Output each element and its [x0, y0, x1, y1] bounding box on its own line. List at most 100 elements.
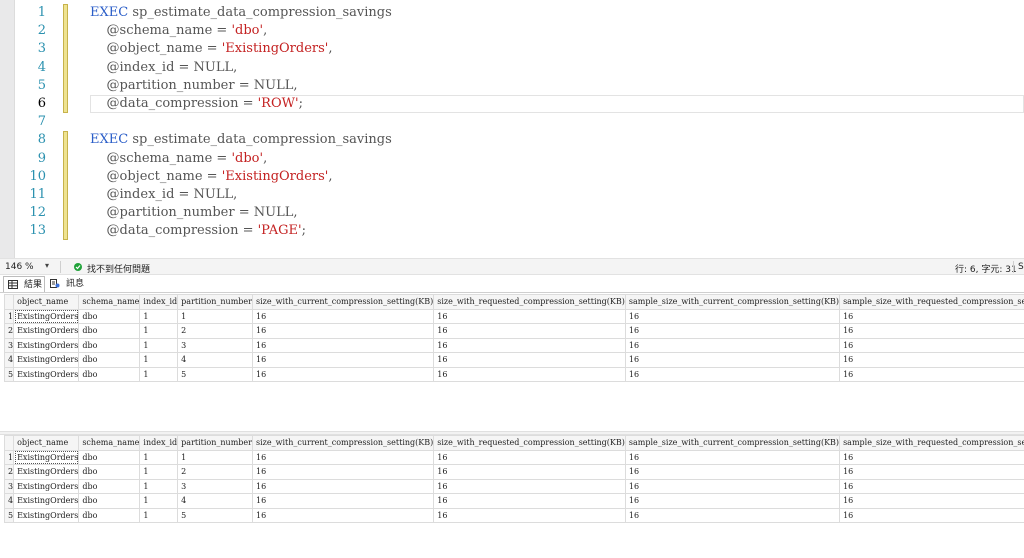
- column-header[interactable]: schema_name: [78, 435, 141, 451]
- column-header[interactable]: index_id: [139, 435, 179, 451]
- table-cell[interactable]: dbo: [78, 449, 141, 465]
- row-number[interactable]: 5: [3, 366, 15, 382]
- table-cell[interactable]: 16: [433, 323, 626, 339]
- table-cell[interactable]: ExistingOrders: [13, 308, 80, 324]
- table-cell[interactable]: dbo: [78, 337, 141, 353]
- table-cell[interactable]: 16: [251, 493, 435, 509]
- table-cell[interactable]: 4: [177, 493, 253, 509]
- row-number[interactable]: 2: [3, 464, 15, 480]
- table-cell[interactable]: dbo: [78, 464, 141, 480]
- table-cell[interactable]: 16: [624, 478, 841, 494]
- code-line[interactable]: @index_id = NULL,: [90, 186, 1024, 204]
- table-cell[interactable]: 1: [139, 478, 179, 494]
- table-cell[interactable]: 1: [139, 337, 179, 353]
- table-cell[interactable]: 16: [433, 308, 626, 324]
- code-line[interactable]: EXEC sp_estimate_data_compression_saving…: [90, 4, 1024, 22]
- grid-corner[interactable]: [3, 294, 15, 310]
- table-row[interactable]: 2 ExistingOrders dbo 1 2 16 16 16 16: [3, 323, 1024, 339]
- table-cell[interactable]: 1: [139, 308, 179, 324]
- column-header[interactable]: partition_number: [177, 435, 253, 451]
- table-cell[interactable]: ExistingOrders: [13, 493, 80, 509]
- table-cell[interactable]: ExistingOrders: [13, 449, 80, 465]
- table-cell[interactable]: 1: [139, 449, 179, 465]
- table-cell[interactable]: 16: [839, 449, 1024, 465]
- column-header[interactable]: index_id: [139, 294, 179, 310]
- table-cell[interactable]: 1: [177, 308, 253, 324]
- table-cell[interactable]: dbo: [78, 308, 141, 324]
- table-row[interactable]: 3 ExistingOrders dbo 1 3 16 16 16 16: [3, 478, 1024, 494]
- table-cell[interactable]: 16: [251, 308, 435, 324]
- table-cell[interactable]: 5: [177, 507, 253, 523]
- table-cell[interactable]: 16: [251, 449, 435, 465]
- table-row[interactable]: 5 ExistingOrders dbo 1 5 16 16 16 16: [3, 366, 1024, 382]
- row-number[interactable]: 4: [3, 493, 15, 509]
- code-line[interactable]: @object_name = 'ExistingOrders',: [90, 168, 1024, 186]
- table-cell[interactable]: 16: [624, 308, 841, 324]
- table-row[interactable]: 1 ExistingOrders dbo 1 1 16 16 16 16: [3, 449, 1024, 465]
- table-cell[interactable]: 2: [177, 464, 253, 480]
- table-cell[interactable]: 16: [251, 478, 435, 494]
- table-cell[interactable]: 16: [433, 478, 626, 494]
- table-cell[interactable]: 16: [839, 366, 1024, 382]
- column-header[interactable]: object_name: [13, 435, 80, 451]
- code-line[interactable]: @partition_number = NULL,: [90, 77, 1024, 95]
- table-cell[interactable]: 1: [177, 449, 253, 465]
- table-cell[interactable]: 16: [839, 337, 1024, 353]
- table-cell[interactable]: dbo: [78, 478, 141, 494]
- table-cell[interactable]: ExistingOrders: [13, 478, 80, 494]
- column-header[interactable]: sample_size_with_requested_compression_s…: [839, 294, 1024, 310]
- row-number[interactable]: 5: [3, 507, 15, 523]
- table-cell[interactable]: 16: [251, 507, 435, 523]
- table-cell[interactable]: 16: [839, 493, 1024, 509]
- table-cell[interactable]: 3: [177, 478, 253, 494]
- table-cell[interactable]: ExistingOrders: [13, 323, 80, 339]
- row-number[interactable]: 1: [3, 308, 15, 324]
- table-cell[interactable]: 1: [139, 352, 179, 368]
- table-cell[interactable]: dbo: [78, 352, 141, 368]
- code-line[interactable]: [90, 113, 1024, 131]
- table-cell[interactable]: dbo: [78, 507, 141, 523]
- table-row[interactable]: 4 ExistingOrders dbo 1 4 16 16 16 16: [3, 352, 1024, 368]
- row-number[interactable]: 3: [3, 478, 15, 494]
- table-cell[interactable]: 16: [839, 464, 1024, 480]
- column-header[interactable]: sample_size_with_requested_compression_s…: [839, 435, 1024, 451]
- table-cell[interactable]: 5: [177, 366, 253, 382]
- column-header[interactable]: size_with_current_compression_setting(KB…: [251, 435, 435, 451]
- code-line[interactable]: @data_compression = 'ROW';: [90, 94, 1024, 114]
- table-row[interactable]: 3 ExistingOrders dbo 1 3 16 16 16 16: [3, 337, 1024, 353]
- table-cell[interactable]: 1: [139, 507, 179, 523]
- table-cell[interactable]: 1: [139, 323, 179, 339]
- table-cell[interactable]: 16: [433, 464, 626, 480]
- table-row[interactable]: 1 ExistingOrders dbo 1 1 16 16 16 16: [3, 308, 1024, 324]
- column-header[interactable]: sample_size_with_current_compression_set…: [624, 435, 841, 451]
- table-cell[interactable]: 16: [839, 507, 1024, 523]
- table-cell[interactable]: 16: [839, 323, 1024, 339]
- code-line[interactable]: @schema_name = 'dbo',: [90, 150, 1024, 168]
- table-cell[interactable]: ExistingOrders: [13, 366, 80, 382]
- row-number[interactable]: 1: [3, 449, 15, 465]
- column-header[interactable]: size_with_requested_compression_setting(…: [433, 294, 626, 310]
- row-number[interactable]: 2: [3, 323, 15, 339]
- table-cell[interactable]: 16: [251, 464, 435, 480]
- table-cell[interactable]: 16: [433, 337, 626, 353]
- table-cell[interactable]: 16: [839, 478, 1024, 494]
- table-row[interactable]: 2 ExistingOrders dbo 1 2 16 16 16 16: [3, 464, 1024, 480]
- table-row[interactable]: 4 ExistingOrders dbo 1 4 16 16 16 16: [3, 493, 1024, 509]
- table-cell[interactable]: 16: [624, 464, 841, 480]
- code-line[interactable]: EXEC sp_estimate_data_compression_saving…: [90, 131, 1024, 149]
- code-area[interactable]: EXEC sp_estimate_data_compression_saving…: [90, 4, 1024, 240]
- table-cell[interactable]: dbo: [78, 323, 141, 339]
- grid-corner[interactable]: [3, 435, 15, 451]
- row-number[interactable]: 3: [3, 337, 15, 353]
- table-cell[interactable]: 3: [177, 337, 253, 353]
- result-grid-1[interactable]: object_name schema_name index_id partition_…: [3, 294, 1024, 382]
- zoom-level[interactable]: 146 %: [5, 262, 34, 272]
- column-header[interactable]: partition_number: [177, 294, 253, 310]
- table-cell[interactable]: 16: [251, 337, 435, 353]
- column-header[interactable]: size_with_requested_compression_setting(…: [433, 435, 626, 451]
- code-line[interactable]: @object_name = 'ExistingOrders',: [90, 40, 1024, 58]
- table-cell[interactable]: dbo: [78, 493, 141, 509]
- query-editor[interactable]: 1 2 3 4 5 6 7 8 9 10 11 12 13 EXEC sp_estimate_data_…: [0, 0, 1024, 258]
- table-cell[interactable]: 1: [139, 464, 179, 480]
- table-cell[interactable]: 1: [139, 493, 179, 509]
